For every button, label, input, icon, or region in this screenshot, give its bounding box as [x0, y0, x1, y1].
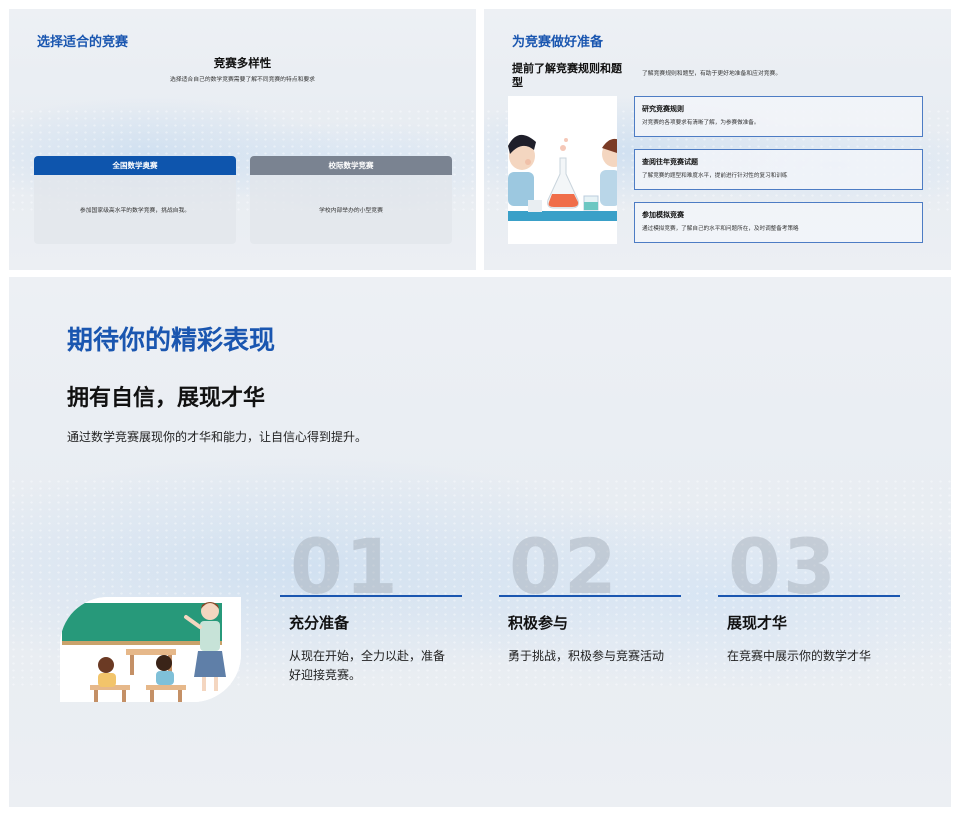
- card-body: 参加国家级高水平的数学竞赛，挑战自我。: [79, 208, 191, 214]
- step-study-rules[interactable]: 研究竞赛规则 对竞赛的各项要求有清晰了解，为参赛做准备。: [634, 96, 923, 137]
- step-mock-contest[interactable]: 参加模拟竞赛 通过模拟竞赛，了解自己的水平和问题所在，及时调整备考策略: [634, 202, 923, 243]
- slide-title: 选择适合的竞赛: [37, 35, 129, 50]
- slide-title: 为竞赛做好准备: [512, 35, 604, 50]
- slide-subtitle: 拥有自信，展现才华: [67, 386, 266, 411]
- point-text: 从现在开始，全力以赴，准备好迎接竞赛。: [289, 649, 446, 682]
- slide-prepare-competition[interactable]: 为竞赛做好准备 提前了解竞赛规则和题型 了解竞赛规则和题型，有助于更好地准备和应…: [484, 9, 951, 270]
- card-header: 全国数学奥赛: [34, 156, 236, 175]
- step-title: 参加模拟竞赛: [642, 211, 684, 219]
- point-heading: 充分准备: [289, 614, 350, 632]
- classroom-illustration: [60, 597, 241, 702]
- card-header: 校际数学竞赛: [250, 156, 452, 175]
- slide-description: 选择适合自己的数学竞赛需要了解不同竞赛的特点和要求: [170, 77, 315, 83]
- point-divider: [280, 595, 462, 597]
- step-past-papers[interactable]: 查阅往年竞赛试题 了解竞赛的题型和难度水平，提前进行针对性的复习和训练: [634, 149, 923, 190]
- step-title: 研究竞赛规则: [642, 105, 684, 113]
- card-school-competition[interactable]: 校际数学竞赛 学校内部举办的小型竞赛: [250, 156, 452, 244]
- step-desc: 通过模拟竞赛，了解自己的水平和问题所在，及时调整备考策略: [642, 226, 799, 232]
- card-national-olympiad[interactable]: 全国数学奥赛 参加国家级高水平的数学竞赛，挑战自我。: [34, 156, 236, 244]
- point-divider: [499, 595, 681, 597]
- slide-looking-forward[interactable]: 期待你的精彩表现 拥有自信，展现才华 通过数学竞赛展现你的才华和能力，让自信心得…: [9, 277, 951, 807]
- step-desc: 对竞赛的各项要求有清晰了解，为参赛做准备。: [642, 120, 760, 126]
- slide-title: 期待你的精彩表现: [67, 326, 276, 356]
- slide-subtitle: 提前了解竞赛规则和题型: [512, 62, 622, 89]
- step-desc: 了解竞赛的题型和难度水平，提前进行针对性的复习和训练: [642, 173, 788, 179]
- slide-description: 通过数学竞赛展现你的才华和能力，让自信心得到提升。: [67, 430, 368, 444]
- slide-choose-competition[interactable]: 选择适合的竞赛 竞赛多样性 选择适合自己的数学竞赛需要了解不同竞赛的特点和要求 …: [9, 9, 476, 270]
- point-heading: 积极参与: [508, 614, 569, 632]
- slide-subtitle: 竞赛多样性: [213, 56, 272, 70]
- step-title: 查阅往年竞赛试题: [642, 158, 698, 166]
- point-heading: 展现才华: [727, 614, 788, 632]
- point-divider: [718, 595, 900, 597]
- point-text: 在竞赛中展示你的数学才华: [727, 649, 872, 663]
- point-text: 勇于挑战，积极参与竞赛活动: [508, 649, 665, 663]
- slide-lead-text: 了解竞赛规则和题型，有助于更好地准备和应对竞赛。: [642, 71, 782, 77]
- students-lab-illustration: [508, 96, 617, 244]
- card-body: 学校内部举办的小型竞赛: [319, 208, 383, 214]
